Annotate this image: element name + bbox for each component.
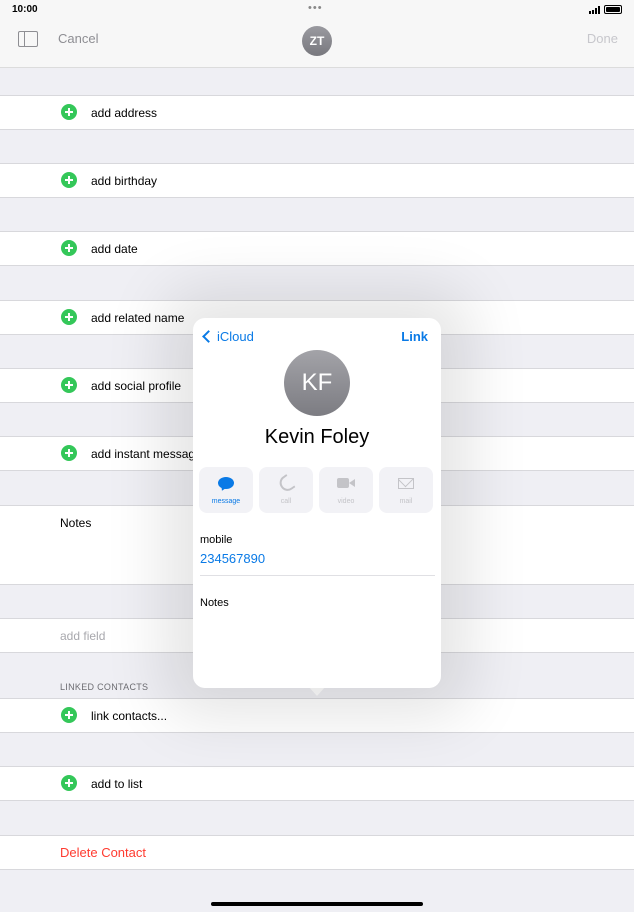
add-plus-icon[interactable] (61, 445, 77, 461)
envelope-icon (398, 478, 414, 489)
phone-icon (276, 474, 296, 494)
video-camera-icon (337, 478, 355, 488)
row-label: add related name (91, 311, 185, 325)
cancel-button[interactable]: Cancel (58, 31, 98, 46)
add-birthday-row[interactable]: add birthday (0, 163, 634, 198)
avatar-initials: KF (301, 369, 333, 396)
nav-bar: Cancel ZT Done (0, 20, 634, 68)
video-action-button[interactable]: video (319, 467, 373, 513)
status-bar: 10:00 ••• (0, 0, 634, 20)
back-button[interactable]: iCloud (201, 329, 254, 344)
row-label: add to list (91, 777, 143, 791)
add-plus-icon[interactable] (61, 104, 77, 120)
contact-card-popover: iCloud Link KF Kevin Foley message call … (193, 318, 441, 688)
multitasking-dots-icon[interactable]: ••• (308, 2, 323, 14)
contact-avatar[interactable]: ZT (302, 26, 332, 56)
status-indicators (589, 5, 622, 14)
message-action-button[interactable]: message (199, 467, 253, 513)
row-label: add social profile (91, 379, 182, 393)
battery-icon (604, 5, 622, 14)
home-indicator[interactable] (211, 902, 423, 906)
signal-icon (589, 5, 600, 14)
call-action-button[interactable]: call (259, 467, 313, 513)
action-label: call (280, 498, 292, 505)
notes-label: Notes (60, 516, 92, 530)
phone-field-label: mobile (200, 534, 233, 546)
action-label: message (211, 498, 241, 505)
row-label: add date (91, 242, 138, 256)
avatar-initials: ZT (309, 34, 325, 48)
divider (200, 575, 435, 576)
link-button[interactable]: Link (401, 329, 428, 344)
add-date-row[interactable]: add date (0, 231, 634, 266)
row-label: link contacts... (91, 709, 168, 723)
row-label: add address (91, 106, 158, 120)
add-plus-icon[interactable] (61, 172, 77, 188)
add-plus-icon[interactable] (61, 775, 77, 791)
phone-number-link[interactable]: 234567890 (200, 551, 265, 566)
message-bubble-icon (218, 477, 234, 493)
add-plus-icon[interactable] (61, 240, 77, 256)
add-field-label: add field (60, 629, 106, 643)
action-label: mail (399, 498, 413, 505)
add-address-row[interactable]: add address (0, 95, 634, 130)
action-label: video (337, 498, 355, 505)
add-to-list-row[interactable]: add to list (0, 766, 634, 801)
popover-notes-label: Notes (200, 597, 229, 609)
delete-contact-row[interactable]: Delete Contact (0, 835, 634, 870)
row-label: add birthday (91, 174, 158, 188)
delete-contact-button[interactable]: Delete Contact (60, 845, 146, 860)
back-label: iCloud (217, 329, 254, 344)
contact-name: Kevin Foley (264, 426, 370, 448)
status-time: 10:00 (12, 4, 38, 15)
mail-action-button[interactable]: mail (379, 467, 433, 513)
chevron-left-icon (202, 330, 215, 343)
sidebar-toggle-icon[interactable] (18, 31, 38, 47)
done-button[interactable]: Done (587, 31, 618, 46)
link-contacts-row[interactable]: link contacts... (0, 698, 634, 733)
contact-avatar-large: KF (284, 350, 350, 416)
quick-actions: message call video mail (199, 467, 433, 513)
add-plus-icon[interactable] (61, 309, 77, 325)
add-plus-icon[interactable] (61, 377, 77, 393)
linked-contacts-header: LINKED CONTACTS (60, 682, 149, 692)
add-plus-icon[interactable] (61, 707, 77, 723)
row-label: add instant message (91, 447, 202, 461)
